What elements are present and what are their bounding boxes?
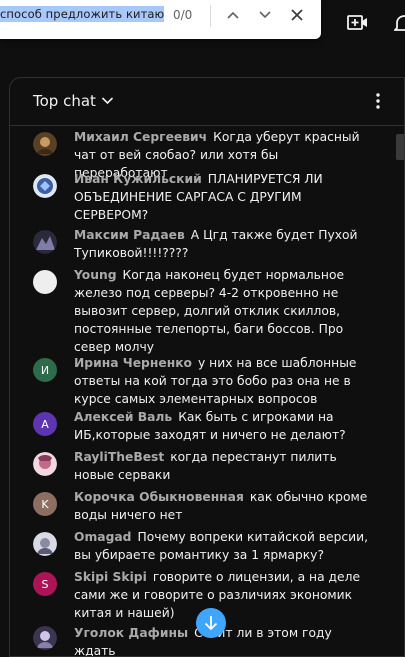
find-close-button[interactable]: [285, 3, 309, 27]
video-add-icon: [347, 15, 367, 30]
bell-icon: [392, 15, 405, 31]
avatar-letter: K: [41, 497, 49, 511]
find-query[interactable]: способ предложить китаю: [0, 6, 165, 22]
avatar: [33, 132, 57, 156]
chat-header: Top chat: [10, 78, 404, 126]
avatar: [33, 270, 57, 294]
message-author[interactable]: Ирина Черненко: [74, 356, 192, 370]
close-icon: [291, 9, 303, 21]
notifications-button[interactable]: [392, 13, 405, 37]
message-author[interactable]: Иван Кужильский: [74, 172, 202, 186]
find-input[interactable]: способ предложить китаю: [0, 6, 165, 22]
avatar: [33, 174, 57, 198]
chevron-down-icon: [259, 11, 271, 19]
chat-mode-selector[interactable]: Top chat: [33, 92, 96, 110]
find-next-button[interactable]: [253, 3, 277, 27]
avatar: K: [33, 492, 57, 516]
avatar: [33, 626, 57, 650]
avatar: [33, 452, 57, 476]
avatar: [33, 532, 57, 556]
message-author[interactable]: Omagad: [74, 530, 131, 544]
avatar: A: [33, 412, 57, 436]
chat-scrollbar[interactable]: [396, 134, 404, 160]
message-author[interactable]: Young: [74, 268, 117, 282]
avatar: S: [33, 572, 57, 596]
live-chat-panel: Top chat Михаил Сергеевич Когда уберут кр…: [9, 77, 405, 657]
find-previous-button[interactable]: [221, 3, 245, 27]
create-video-button[interactable]: [346, 13, 368, 37]
scroll-to-bottom-button[interactable]: [196, 608, 226, 638]
avatar-letter: S: [41, 577, 49, 591]
message-author[interactable]: Михаил Сергеевич: [74, 130, 207, 144]
find-bar: способ предложить китаю 0/0: [0, 0, 321, 39]
more-vertical-icon[interactable]: [376, 93, 380, 109]
chevron-up-icon: [227, 11, 239, 19]
avatar: [33, 230, 57, 254]
avatar: И: [33, 358, 57, 382]
find-match-count: 0/0: [173, 8, 193, 22]
message-author[interactable]: Максим Радаев: [74, 228, 185, 242]
avatar-letter: A: [41, 417, 49, 431]
message-author[interactable]: Алексей Валь: [74, 410, 172, 424]
chevron-down-icon[interactable]: [101, 96, 114, 106]
message-author[interactable]: Уголок Дафины: [74, 626, 188, 640]
message-author[interactable]: RayliTheBest: [74, 450, 164, 464]
find-divider: [210, 5, 211, 27]
message-author[interactable]: Skipi Skipi: [74, 570, 147, 584]
message-author[interactable]: Корочка Обыкновенная: [74, 490, 244, 504]
arrow-down-icon: [204, 616, 218, 631]
avatar-letter: И: [40, 363, 50, 377]
